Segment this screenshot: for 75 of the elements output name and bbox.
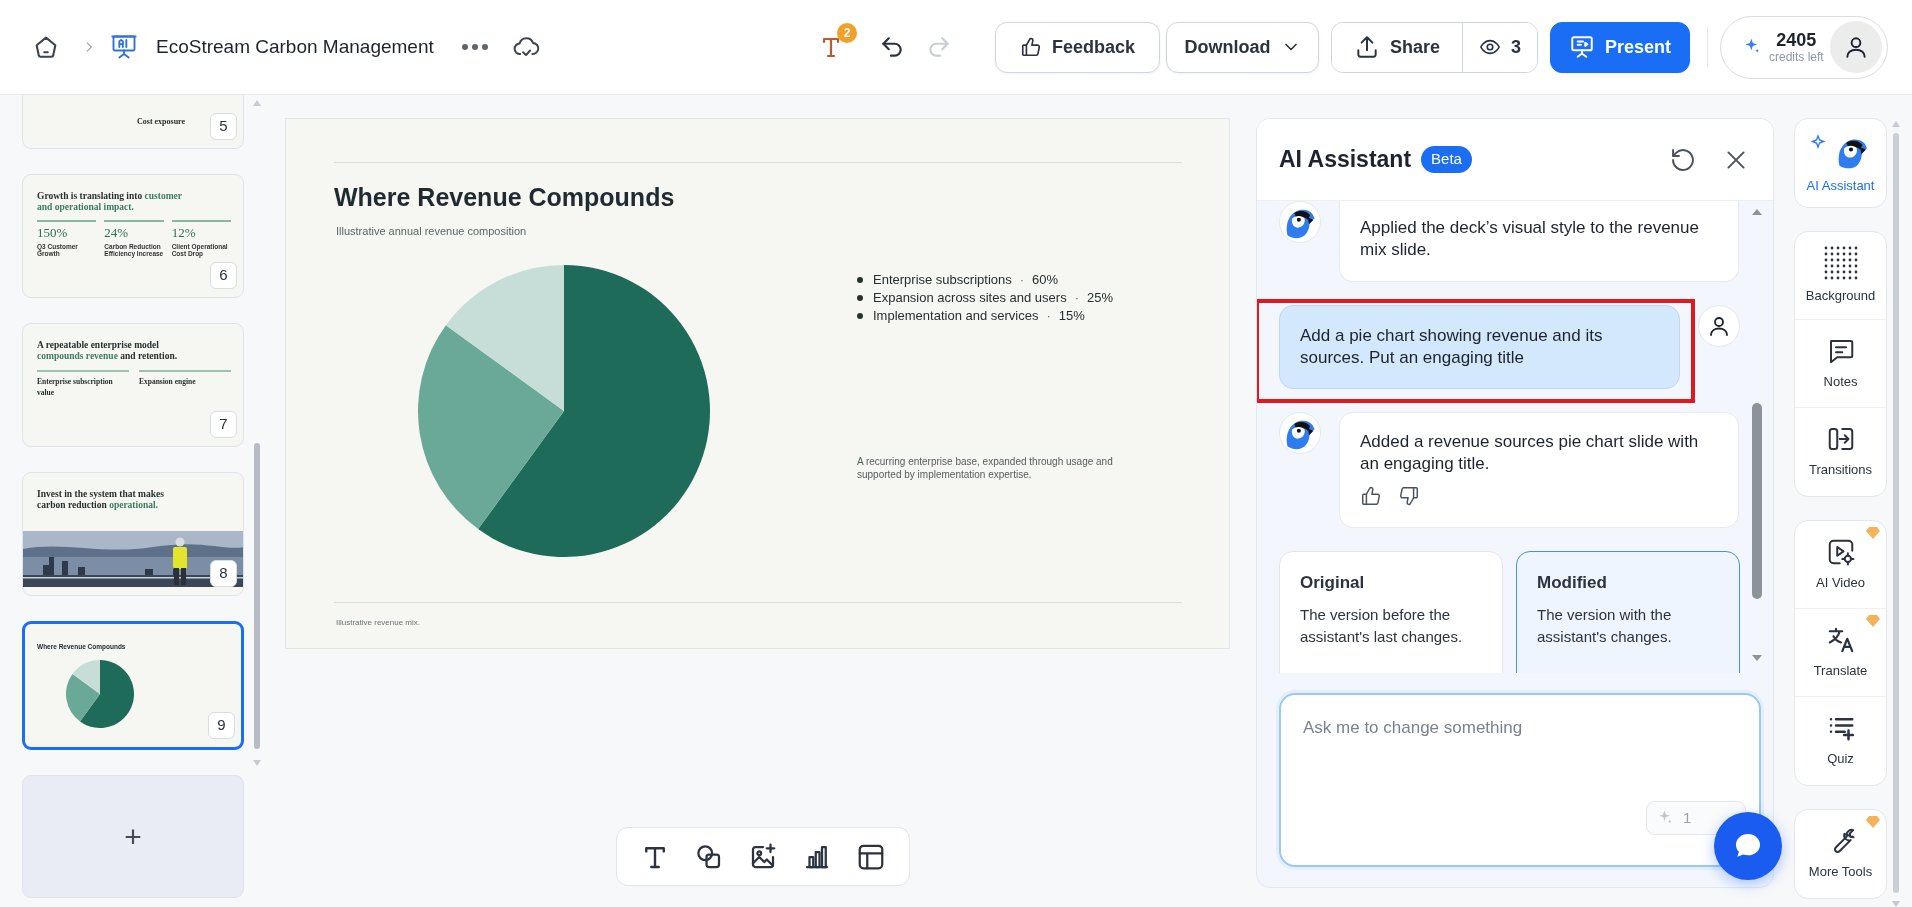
bullet-icon [857, 277, 863, 283]
legend-item: Expansion across sites and users · 25% [873, 289, 1114, 307]
tool-label: Background [1805, 286, 1876, 305]
tool-label: Quiz [1827, 750, 1854, 769]
tool-label: Translate [1813, 661, 1868, 680]
tool-button[interactable]: Background [1795, 232, 1886, 320]
thumbs-up-icon[interactable] [1360, 485, 1382, 507]
tool-button[interactable]: Quiz [1795, 697, 1886, 785]
version-title: Original [1300, 572, 1366, 594]
slide-footer: Illustrative revenue mix. [336, 617, 1182, 629]
tool-label: More Tools [1808, 863, 1873, 882]
add-slide-button[interactable]: + [22, 775, 244, 898]
dotted-grid-icon [1823, 245, 1858, 280]
upload-icon [1354, 34, 1380, 60]
slide-thumbnail[interactable]: Cost exposure 5 [22, 95, 244, 149]
version-description: The version before the assistant's last changes. [1300, 604, 1464, 647]
thumbs-up-icon [1019, 36, 1042, 58]
user-avatar[interactable] [1830, 21, 1882, 73]
slide-number: 7 [210, 411, 237, 438]
legend-item: Enterprise subscriptions · 60% [873, 271, 1059, 289]
version-title: Modified [1537, 572, 1608, 594]
slide-heading: Cost exposure [137, 116, 186, 128]
beta-badge: Beta [1421, 146, 1472, 173]
person-icon [1843, 34, 1869, 60]
scrollbar[interactable] [1892, 119, 1900, 907]
version-card[interactable]: Original The version before the assistant's last changes. [1279, 551, 1503, 673]
slide-title: Where Revenue Compounds [334, 182, 676, 212]
tool-button[interactable]: AI Video [1795, 521, 1886, 609]
tool-label: AI Video [1816, 573, 1865, 592]
tool-button[interactable]: AI Assistant [1795, 119, 1886, 207]
stat-value: 12% [171, 226, 197, 240]
tool-button[interactable]: Translate [1795, 609, 1886, 697]
viewers-button[interactable]: 3 [1462, 22, 1537, 72]
tool-button[interactable]: Transitions [1795, 408, 1886, 496]
slide-thumbnail[interactable]: Invest in the system that makes carbon reduction operational. 8 [22, 472, 244, 596]
panel-title: AI Assistant [1279, 145, 1412, 175]
credits-label: credits left [1769, 50, 1824, 64]
tool-label: Transitions [1808, 461, 1873, 480]
notification-badge: 2 [837, 23, 857, 43]
slide-number: 6 [210, 262, 237, 289]
presentation-icon [110, 33, 138, 61]
tool-button[interactable]: Notes [1795, 320, 1886, 408]
thumbs-down-icon[interactable] [1398, 485, 1420, 507]
tool-label: AI Assistant [1806, 177, 1875, 196]
feedback-button[interactable]: Feedback [995, 21, 1160, 73]
present-button[interactable]: Present [1550, 21, 1690, 73]
tool-label: Notes [1823, 372, 1858, 391]
slide-number: 8 [210, 560, 237, 587]
slide-title: Growth is translating into customer and operational impact. [37, 191, 183, 213]
slide-subtitle: Illustrative annual revenue composition [336, 224, 528, 238]
version-description: The version with the assistant's changes. [1537, 604, 1673, 647]
slide-title: A repeatable enterprise model compounds revenue and retention. [37, 340, 179, 362]
stat-value: 24% [104, 226, 130, 240]
undo-icon[interactable] [879, 34, 905, 60]
pie-chart-drawing [66, 659, 134, 728]
bullet-icon [857, 313, 863, 319]
version-card[interactable]: Modified The version with the assistant's changes. [1516, 551, 1740, 673]
presentation-icon [1568, 34, 1595, 60]
legend-item: Implementation and services · 15% [873, 307, 1085, 325]
slide-number: 5 [210, 113, 237, 140]
stat-value: 150% [37, 226, 69, 240]
slide-title: Invest in the system that makes carbon reduction operational. [37, 489, 165, 511]
person-icon [1707, 314, 1731, 338]
message-text: Add a pie chart showing revenue and its sources. Put an engaging title [1300, 326, 1603, 367]
bullet-icon [857, 295, 863, 301]
document-title: EcoStream Carbon Management [156, 34, 434, 59]
credits-count: 2405 [1776, 30, 1817, 50]
scrollbar[interactable] [252, 98, 262, 768]
tool-button[interactable]: More Tools [1795, 810, 1886, 898]
more-options-icon[interactable] [459, 42, 490, 52]
slide-number: 9 [208, 712, 235, 739]
slide-note: A recurring enterprise base, expanded through usage and supported by implementation expertise. [857, 455, 1114, 481]
message-text: Applied the deck’s visual style to the revenue mix slide. [1360, 218, 1699, 259]
message-text: Added a revenue sources pie chart slide with an engaging title. [1360, 432, 1699, 473]
download-button[interactable]: Download [1166, 21, 1319, 73]
